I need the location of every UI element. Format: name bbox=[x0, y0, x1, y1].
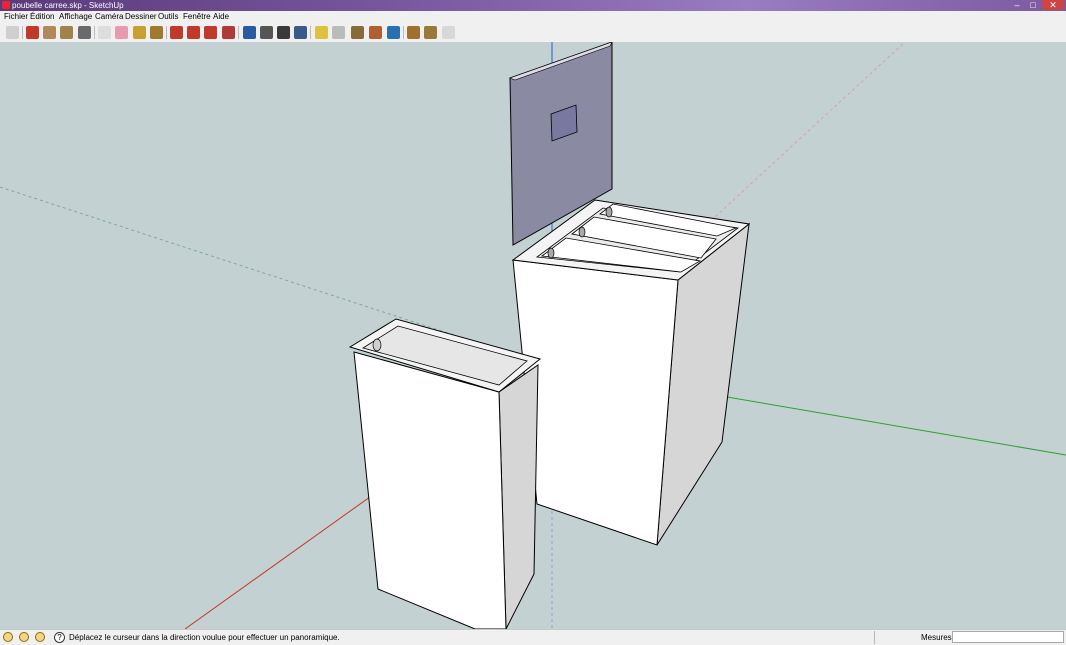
menu-edition[interactable]: Édition bbox=[30, 11, 54, 23]
measurements-label: Mesures bbox=[921, 633, 952, 642]
scene-canvas bbox=[0, 42, 1066, 629]
menu-fenetre[interactable]: Fenêtre bbox=[183, 11, 211, 23]
status-bar: ? Déplacez le curseur dans la direction … bbox=[0, 629, 1066, 645]
toolbar-separator bbox=[94, 26, 95, 39]
zoom-extents-icon[interactable] bbox=[294, 26, 307, 39]
paint-bucket-icon[interactable] bbox=[150, 26, 163, 39]
toolbar-separator bbox=[22, 26, 23, 39]
compartment-hole bbox=[547, 247, 555, 259]
sketchup-app-icon bbox=[2, 1, 10, 9]
extension-warehouse-icon[interactable] bbox=[442, 26, 455, 39]
compartment-hole bbox=[605, 206, 613, 218]
credits-icon[interactable] bbox=[19, 632, 29, 642]
select-tool-icon[interactable] bbox=[6, 26, 19, 39]
small-bin-hole bbox=[372, 338, 382, 352]
toggle-terrain-icon[interactable] bbox=[332, 26, 345, 39]
window-title: poubelle carree.skp - SketchUp bbox=[12, 1, 124, 10]
share-component-icon[interactable] bbox=[424, 26, 437, 39]
model-viewport[interactable] bbox=[0, 42, 1066, 629]
offset-tool-icon[interactable] bbox=[222, 26, 235, 39]
zoom-tool-icon[interactable] bbox=[277, 26, 290, 39]
pan-tool-icon[interactable] bbox=[260, 26, 273, 39]
status-message: Déplacez le curseur dans la direction vo… bbox=[69, 633, 340, 642]
menu-affichage[interactable]: Affichage bbox=[59, 11, 92, 23]
user-account-icon[interactable] bbox=[35, 632, 45, 642]
menu-outils[interactable]: Outils bbox=[158, 11, 178, 23]
move-tool-icon[interactable] bbox=[187, 26, 200, 39]
get-models-icon[interactable] bbox=[407, 26, 420, 39]
arc-tool-icon[interactable] bbox=[78, 26, 91, 39]
geo-location-icon[interactable] bbox=[3, 632, 13, 642]
minimize-button[interactable]: – bbox=[1010, 0, 1024, 10]
close-button[interactable]: ✕ bbox=[1042, 0, 1064, 10]
menu-camera[interactable]: Caméra bbox=[95, 11, 123, 23]
menu-dessiner[interactable]: Dessiner bbox=[125, 11, 157, 23]
title-bar: poubelle carree.skp - SketchUp – □ ✕ bbox=[0, 0, 1066, 11]
add-location-icon[interactable] bbox=[315, 26, 328, 39]
photo-textures-icon[interactable] bbox=[369, 26, 382, 39]
menu-bar: Fichier Édition Affichage Caméra Dessine… bbox=[0, 11, 1066, 23]
menu-aide[interactable]: Aide bbox=[213, 11, 229, 23]
push-pull-icon[interactable] bbox=[170, 26, 183, 39]
help-icon[interactable]: ? bbox=[54, 632, 65, 643]
toolbar-separator bbox=[403, 26, 404, 39]
orbit-tool-icon[interactable] bbox=[243, 26, 256, 39]
maximize-button[interactable]: □ bbox=[1026, 0, 1040, 10]
toolbar-separator bbox=[310, 26, 311, 39]
google-earth-icon[interactable] bbox=[351, 26, 364, 39]
make-component-icon[interactable] bbox=[98, 26, 111, 39]
toolbar-separator bbox=[238, 26, 239, 39]
small-bin-front-face bbox=[353, 351, 507, 629]
toolbar-separator bbox=[166, 26, 167, 39]
circle-tool-icon[interactable] bbox=[60, 26, 73, 39]
status-divider bbox=[874, 631, 875, 644]
tape-measure-icon[interactable] bbox=[133, 26, 146, 39]
menu-fichier[interactable]: Fichier bbox=[4, 11, 28, 23]
line-tool-icon[interactable] bbox=[26, 26, 39, 39]
rectangle-tool-icon[interactable] bbox=[43, 26, 56, 39]
share-model-icon[interactable] bbox=[387, 26, 400, 39]
eraser-tool-icon[interactable] bbox=[115, 26, 128, 39]
measurements-input[interactable] bbox=[952, 631, 1064, 643]
rotate-tool-icon[interactable] bbox=[204, 26, 217, 39]
toolbar bbox=[0, 23, 1066, 43]
compartment-hole bbox=[578, 226, 586, 238]
